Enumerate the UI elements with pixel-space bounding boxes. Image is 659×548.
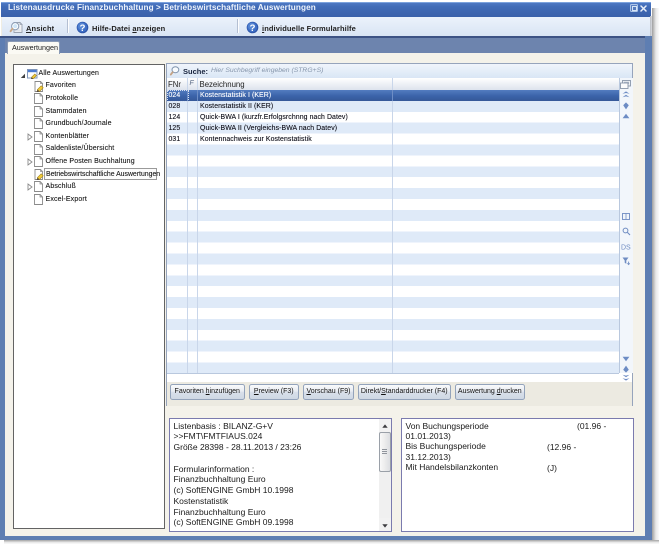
svg-text:DS: DS <box>621 245 631 252</box>
svg-text:?: ? <box>80 23 86 34</box>
svg-text:?: ? <box>250 23 256 34</box>
